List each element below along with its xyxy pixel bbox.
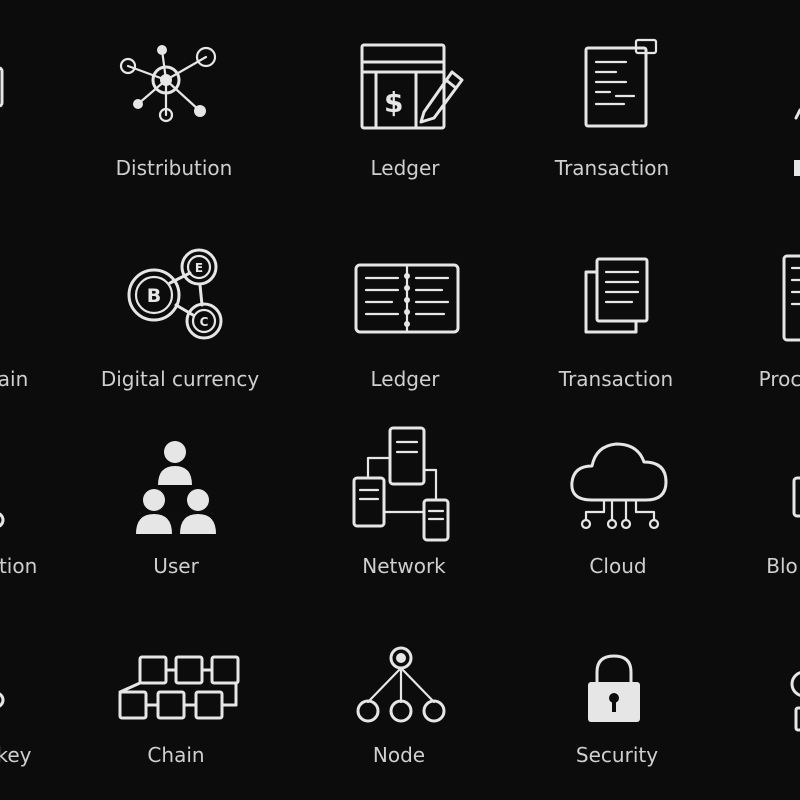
icon-grid: Distribution $ Ledger Transaction ain B … [0, 0, 800, 800]
partial-edge-icon-graphic [790, 671, 800, 732]
